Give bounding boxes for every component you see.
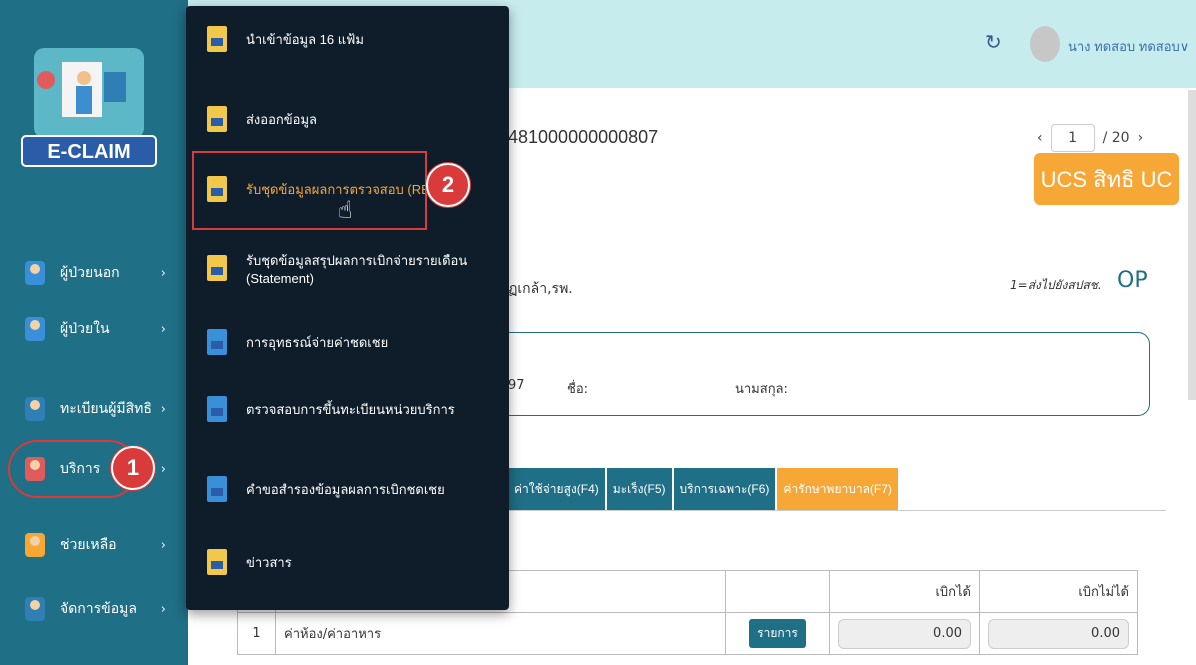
folder-statement-icon <box>204 251 230 285</box>
chevron-right-icon: › <box>160 537 166 553</box>
prev-page-icon[interactable]: ‹ <box>1037 130 1043 146</box>
menu-item-6[interactable]: คำขอสำรองข้อมูลผลการเบิกชดเชย <box>186 472 509 506</box>
folder-export-icon <box>204 102 230 136</box>
pager: ‹ 1 / 20 › <box>1037 124 1143 152</box>
page-total: / 20 <box>1102 130 1130 146</box>
menu-item-4[interactable]: การอุทธรณ์จ่ายค่าชดเชย <box>186 325 509 359</box>
menu-item-5[interactable]: ตรวจสอบการขึ้นทะเบียนหน่วยบริการ <box>186 392 509 426</box>
table-header: เบิกไม่ได้ <box>979 570 1138 613</box>
svg-text:E-CLAIM: E-CLAIM <box>47 141 130 163</box>
step-2-marker: 2 <box>426 163 470 207</box>
search-doc-icon <box>204 392 230 426</box>
chevron-right-icon: › <box>160 461 166 477</box>
name-label: ชื่อ: <box>567 382 589 397</box>
sidebar-item-4[interactable]: ช่วยเหลือ › <box>0 520 188 570</box>
row-number: 1 <box>237 612 276 655</box>
highlight-box-rep <box>192 151 427 230</box>
help-person-icon <box>22 530 48 560</box>
scrollbar[interactable] <box>1188 90 1196 400</box>
refresh-icon[interactable]: ↻ <box>985 30 1002 54</box>
e-claim-logo[interactable]: E-CLAIM <box>14 48 164 178</box>
sidebar-item-label: จัดการข้อมูล <box>60 600 137 616</box>
surname-label: นามสกุล: <box>735 382 788 397</box>
table-header: เบิกได้ <box>829 570 980 613</box>
menu-item-label: ข่าวสาร <box>246 554 292 570</box>
sidebar-item-label: ช่วยเหลือ <box>60 536 117 552</box>
claimable-amount[interactable]: 0.00 <box>838 618 971 649</box>
sidebar-item-5[interactable]: จัดการข้อมูล › <box>0 584 188 634</box>
sidebar-item-2[interactable]: ทะเบียนผู้มีสิทธิ › <box>0 384 188 434</box>
hospital-name: ฏเกล้า,รพ. <box>508 281 573 297</box>
table-row: 1 ค่าห้อง/ค่าอาหาร รายการ 0.00 0.00 <box>237 612 1138 655</box>
claim-id: 481000000000807 <box>508 127 659 147</box>
op-label: OP <box>1117 268 1148 293</box>
tab-divider <box>508 510 1166 511</box>
patient-id-partial: 97 <box>508 378 525 393</box>
data-manage-icon <box>22 594 48 624</box>
next-page-icon[interactable]: › <box>1138 130 1144 146</box>
claim-tabs: ค่าใช้จ่ายสูง(F4) มะเร็ง(F5) บริการเฉพาะ(F… <box>508 468 900 510</box>
rights-badge: UCS สิทธิ UC <box>1034 153 1179 205</box>
non-claimable-amount[interactable]: 0.00 <box>988 618 1129 649</box>
chevron-right-icon: › <box>160 265 166 281</box>
sidebar-item-label: ผู้ป่วยนอก <box>60 264 120 280</box>
tab-2[interactable]: บริการเฉพาะ(F6) <box>673 468 778 510</box>
menu-item-label: ตรวจสอบการขึ้นทะเบียนหน่วยบริการ <box>246 401 455 417</box>
chevron-right-icon: › <box>160 401 166 417</box>
user-menu[interactable]: นาง ทดสอบ ทดสอบ∨ <box>1068 36 1189 57</box>
chevron-right-icon: › <box>160 321 166 337</box>
sidebar-item-label: ทะเบียนผู้มีสิทธิ <box>60 400 152 416</box>
menu-item-label: คำขอสำรองข้อมูลผลการเบิกชดเชย <box>246 481 445 497</box>
table-header <box>725 570 830 613</box>
scale-icon <box>204 325 230 359</box>
ipd-icon <box>22 314 48 344</box>
menu-item-3[interactable]: รับชุดข้อมูลสรุปผลการเบิกจ่ายรายเดือน (S… <box>186 250 509 286</box>
row-description: ค่าห้อง/ค่าอาหาร <box>275 612 726 655</box>
menu-item-0[interactable]: นำเข้าข้อมูล 16 แฟ้ม <box>186 22 509 56</box>
menu-item-1[interactable]: ส่งออกข้อมูล <box>186 102 509 136</box>
opd-icon <box>22 258 48 288</box>
menu-item-label: รับชุดข้อมูลสรุปผลการเบิกจ่ายรายเดือน (S… <box>246 253 468 286</box>
menu-item-label: นำเข้าข้อมูล 16 แฟ้ม <box>246 31 364 47</box>
backup-icon <box>204 472 230 506</box>
chevron-right-icon: › <box>160 601 166 617</box>
sidebar-item-1[interactable]: ผู้ป่วยใน › <box>0 304 188 354</box>
patient-info-box <box>440 332 1150 416</box>
menu-item-label: การอุทธรณ์จ่ายค่าชดเชย <box>246 334 389 350</box>
page-input[interactable]: 1 <box>1050 124 1095 152</box>
tab-1[interactable]: มะเร็ง(F5) <box>606 468 674 510</box>
sidebar-item-0[interactable]: ผู้ป่วยนอก › <box>0 248 188 298</box>
sidebar-item-label: ผู้ป่วยใน <box>60 320 110 336</box>
check-icon <box>22 394 48 424</box>
menu-item-7[interactable]: ข่าวสาร <box>186 545 509 579</box>
menu-item-label: ส่งออกข้อมูล <box>246 111 317 127</box>
news-icon <box>204 545 230 579</box>
op-note: 1=ส่งไปยังสปสช. <box>1010 278 1102 292</box>
hand-cursor-icon: ☝ <box>338 196 353 224</box>
folder-16-icon <box>204 22 230 56</box>
service-dropdown-menu <box>186 6 509 610</box>
tab-0[interactable]: ค่าใช้จ่ายสูง(F4) <box>508 468 607 510</box>
avatar[interactable] <box>1030 26 1060 62</box>
list-button[interactable]: รายการ <box>749 619 806 648</box>
tab-3[interactable]: ค่ารักษาพยาบาล(F7) <box>777 468 900 510</box>
step-1-marker: 1 <box>111 446 155 490</box>
